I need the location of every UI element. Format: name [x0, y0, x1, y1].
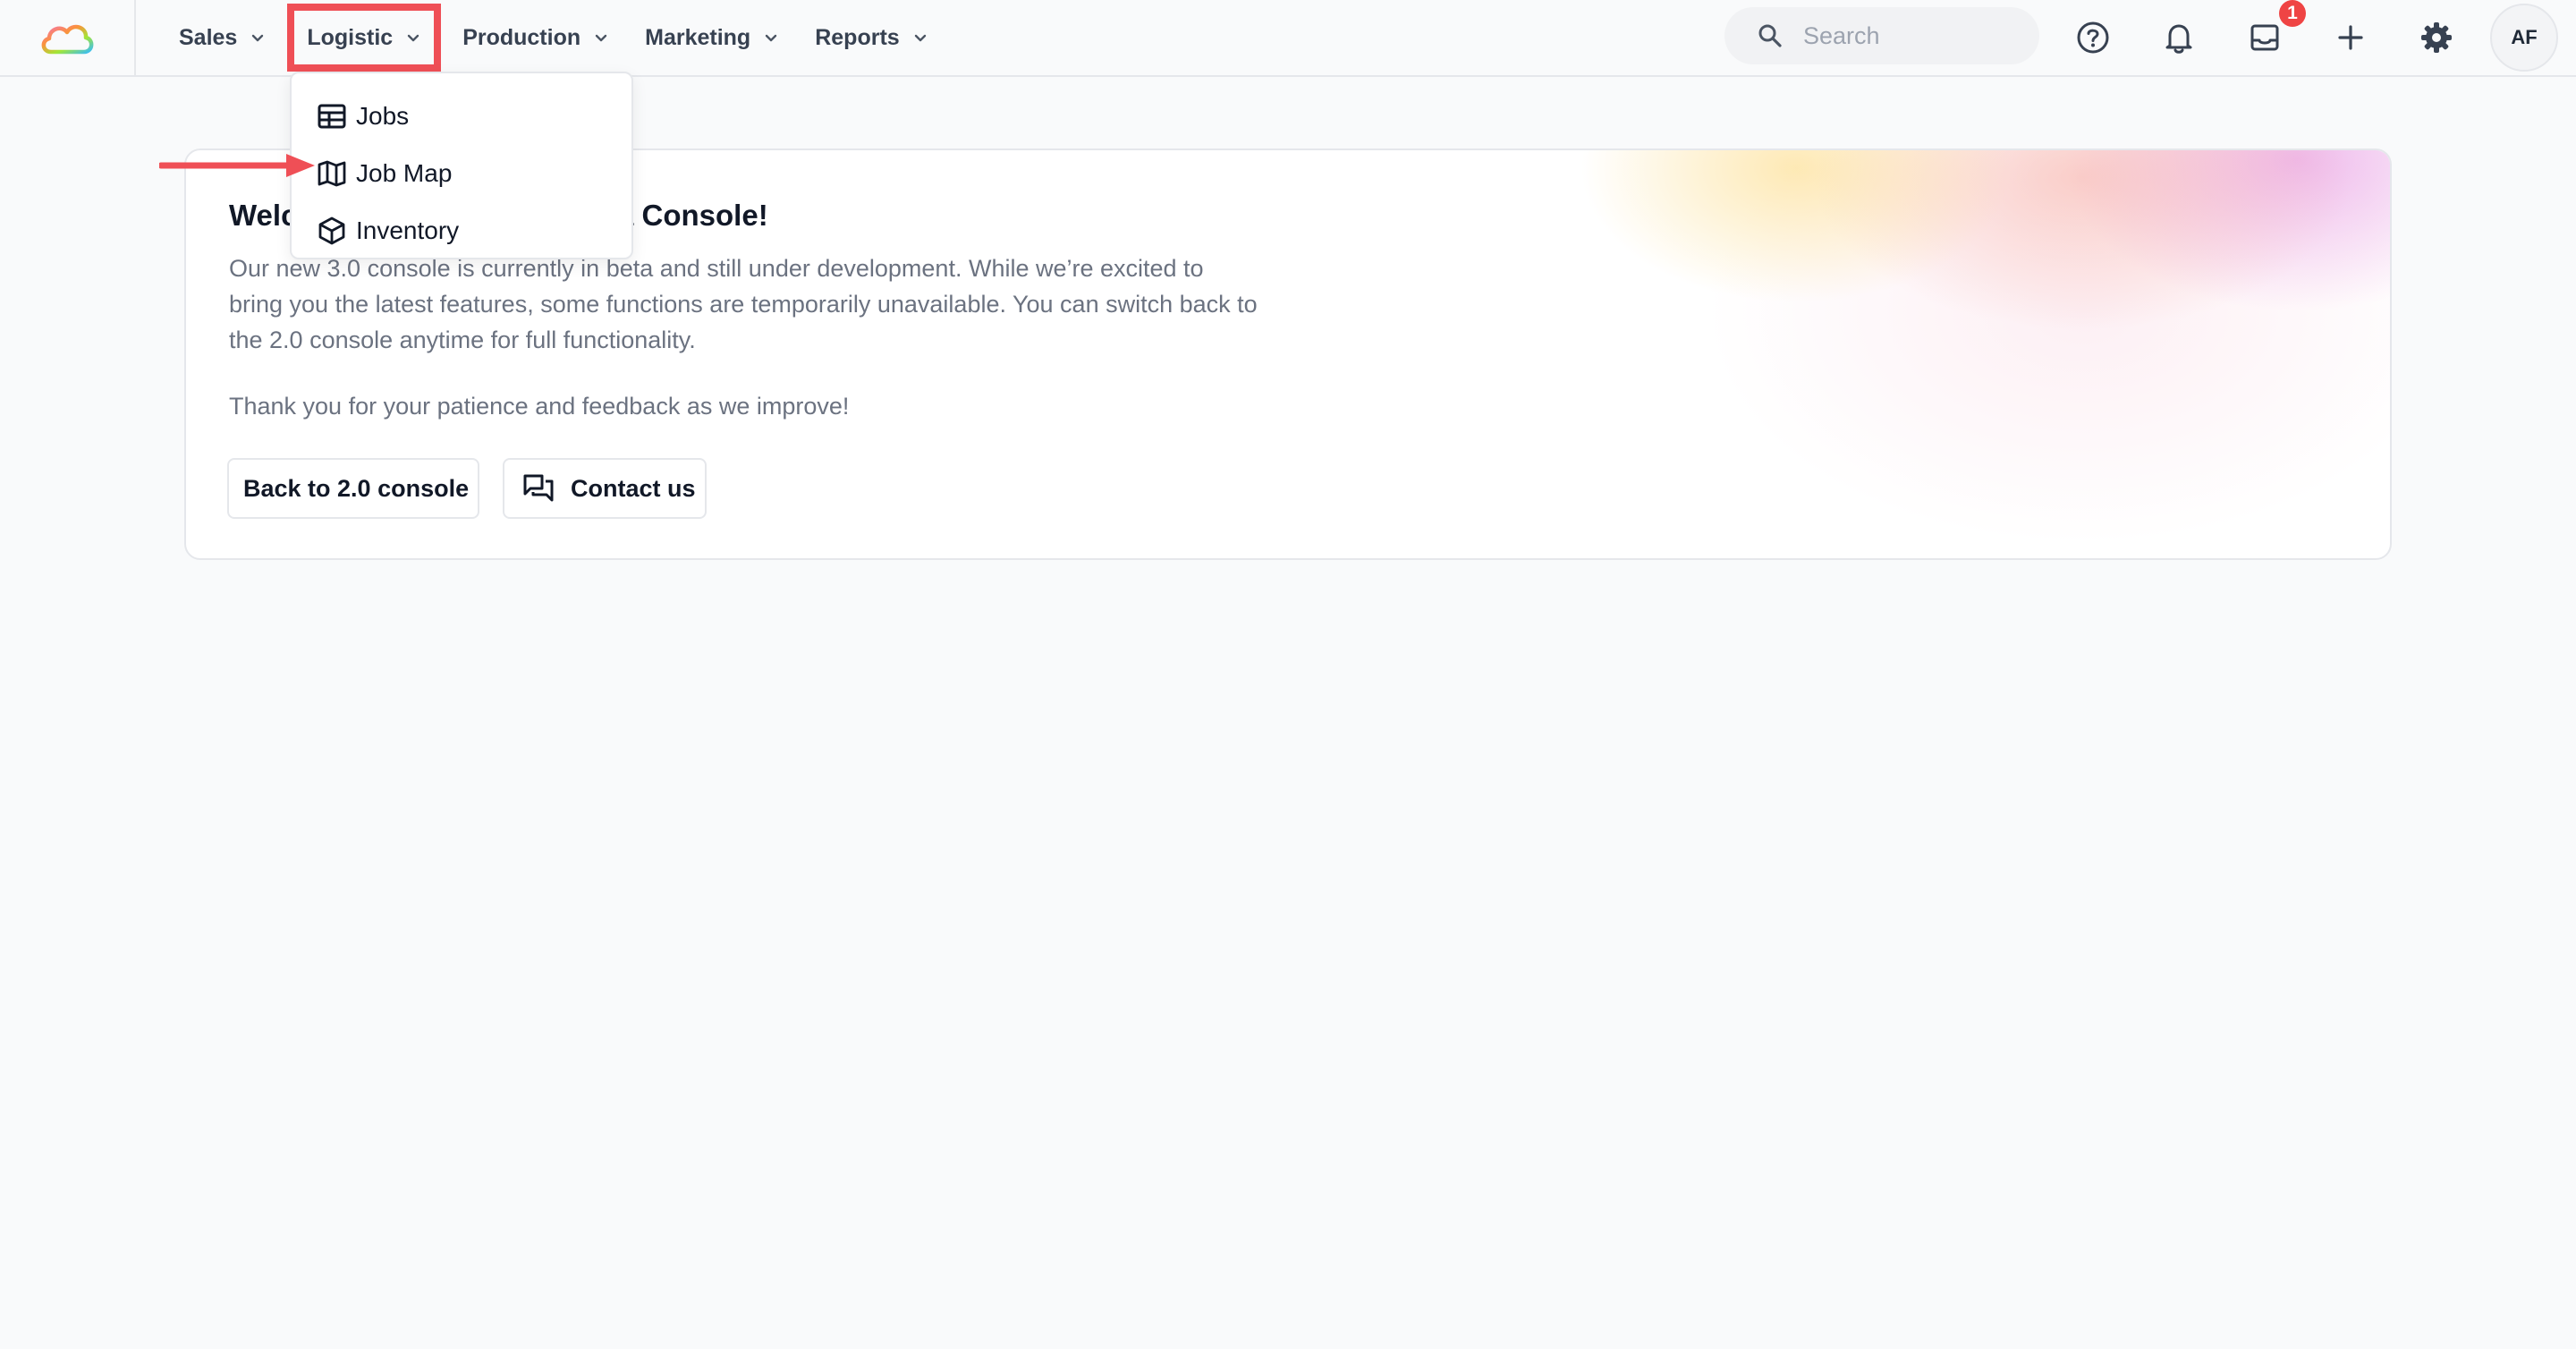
menu-item-label: Jobs	[356, 102, 410, 130]
add-button[interactable]	[2331, 18, 2370, 57]
back-button-label: Back to 2.0 console	[243, 474, 470, 502]
logo[interactable]	[0, 0, 136, 75]
notifications-button[interactable]	[2159, 18, 2199, 57]
plus-icon	[2338, 25, 2363, 50]
back-to-console-button[interactable]: Back to 2.0 console	[227, 458, 479, 519]
box-icon	[317, 216, 347, 246]
search-icon	[1757, 22, 1784, 49]
welcome-thanks: Thank you for your patience and feedback…	[229, 393, 850, 420]
contact-button-label: Contact us	[571, 474, 696, 502]
chevron-down-icon	[405, 30, 421, 46]
chevron-down-icon	[593, 30, 609, 46]
main-nav: Sales Logistic Production Marketing Repo…	[161, 0, 946, 75]
gear-icon	[2421, 22, 2452, 53]
nav-item-label: Sales	[179, 24, 238, 50]
cloud-logo-icon	[41, 24, 94, 55]
menu-item-label: Inventory	[356, 216, 460, 244]
help-circle-icon	[2077, 21, 2109, 54]
inbox-count-badge: 1	[2279, 0, 2306, 27]
search-placeholder: Search	[1803, 21, 1880, 49]
chevron-down-icon	[763, 30, 779, 46]
nav-item-label: Marketing	[645, 24, 751, 50]
menu-item-jobs[interactable]: Jobs	[292, 88, 631, 145]
bell-icon	[2165, 24, 2192, 54]
welcome-description: Our new 3.0 console is currently in beta…	[229, 255, 1258, 353]
nav-item-label: Reports	[815, 24, 900, 50]
logistic-dropdown-menu: Jobs Job Map Inventory	[290, 72, 633, 259]
settings-button[interactable]	[2417, 18, 2456, 57]
chat-bubbles-icon	[522, 472, 555, 505]
chevron-down-icon	[250, 30, 266, 46]
map-icon	[317, 158, 347, 189]
user-avatar[interactable]: AF	[2490, 4, 2558, 72]
nav-item-label: Logistic	[307, 24, 394, 50]
contact-us-button[interactable]: Contact us	[503, 458, 707, 519]
annotation-arrow-icon	[159, 154, 315, 177]
table-icon	[317, 101, 347, 132]
chevron-down-icon	[912, 30, 928, 46]
nav-item-logistic[interactable]: Logistic	[287, 4, 442, 72]
nav-item-marketing[interactable]: Marketing	[627, 11, 797, 64]
nav-item-production[interactable]: Production	[445, 11, 627, 64]
help-button[interactable]	[2073, 18, 2113, 57]
nav-item-sales[interactable]: Sales	[161, 11, 284, 64]
search-input[interactable]: Search	[1724, 7, 2039, 64]
menu-item-inventory[interactable]: Inventory	[292, 202, 631, 259]
nav-item-reports[interactable]: Reports	[797, 11, 945, 64]
decorative-gradient	[1349, 150, 2390, 558]
menu-item-job-map[interactable]: Job Map	[292, 145, 631, 202]
nav-item-label: Production	[462, 24, 581, 50]
top-bar: Sales Logistic Production Marketing Repo…	[0, 0, 2576, 77]
inbox-icon	[2250, 24, 2279, 51]
menu-item-label: Job Map	[356, 159, 453, 187]
inbox-button[interactable]	[2245, 18, 2284, 57]
